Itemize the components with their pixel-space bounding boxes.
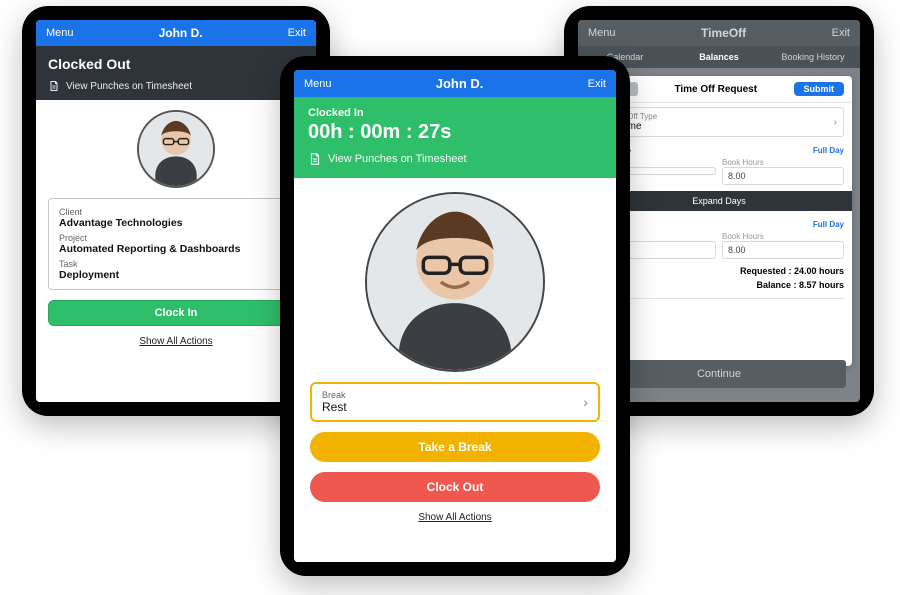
header: Menu John D. Exit xyxy=(36,20,316,46)
header: Menu TimeOff Exit xyxy=(578,20,860,46)
clock-status: Clocked In xyxy=(308,107,602,119)
document-icon xyxy=(308,152,322,166)
time-off-type-field[interactable]: a Time Off Type tion Time › xyxy=(594,107,844,137)
page-title: John D. xyxy=(159,26,203,40)
status-bar: Clocked Out View Punches on Timesheet xyxy=(36,46,316,100)
totals: Requested : 24.00 hours Balance : 8.57 h… xyxy=(594,265,844,292)
client-value: Advantage Technologies xyxy=(59,217,293,229)
body: Client Advantage Technologies Project Au… xyxy=(36,100,316,402)
exit-button[interactable]: Exit xyxy=(588,78,606,90)
clock-status: Clocked Out xyxy=(48,56,304,72)
avatar xyxy=(365,192,545,372)
screen-center: Menu John D. Exit Clocked In 00h : 00m :… xyxy=(294,70,616,562)
break-type-field[interactable]: Break Rest › xyxy=(310,382,600,422)
clock-in-button[interactable]: Clock In xyxy=(48,300,304,326)
task-label: Task xyxy=(59,259,293,269)
tablet-center: Menu John D. Exit Clocked In 00h : 00m :… xyxy=(280,56,630,576)
day-2-header: an 26 › Full Day xyxy=(594,217,844,232)
tab-booking-history[interactable]: Booking History xyxy=(766,46,860,68)
avatar-illustration xyxy=(139,112,213,186)
view-punches-link[interactable]: View Punches on Timesheet xyxy=(308,152,602,166)
chevron-right-icon: › xyxy=(834,117,837,128)
day-1-inputs: Hours Book Hours 8.00 xyxy=(594,158,844,185)
page-title: TimeOff xyxy=(701,26,746,40)
panel-title: Time Off Request xyxy=(674,84,757,95)
header: Menu John D. Exit xyxy=(294,70,616,97)
balance-total: Balance : 8.57 hours xyxy=(594,279,844,293)
project-value: Automated Reporting & Dashboards xyxy=(59,243,293,255)
exit-button[interactable]: Exit xyxy=(288,27,306,39)
view-punches-label: View Punches on Timesheet xyxy=(66,81,192,92)
menu-button[interactable]: Menu xyxy=(588,27,616,39)
job-info-card[interactable]: Client Advantage Technologies Project Au… xyxy=(48,198,304,290)
day-1-header: Jan 24 › Full Day xyxy=(594,143,844,158)
book-hours-label: Book Hours xyxy=(722,232,844,241)
exit-button[interactable]: Exit xyxy=(832,27,850,39)
submit-button[interactable]: Submit xyxy=(794,82,845,96)
project-label: Project xyxy=(59,233,293,243)
elapsed-timer: 00h : 00m : 27s xyxy=(308,121,602,144)
view-punches-label: View Punches on Timesheet xyxy=(328,153,467,165)
book-hours-label: Book Hours xyxy=(722,158,844,167)
menu-button[interactable]: Menu xyxy=(304,78,332,90)
document-icon xyxy=(48,80,60,92)
clock-out-button[interactable]: Clock Out xyxy=(310,472,600,502)
page-title: John D. xyxy=(436,76,484,91)
book-hours-input[interactable]: 8.00 xyxy=(722,241,844,259)
task-value: Deployment xyxy=(59,269,293,281)
continue-button[interactable]: Continue xyxy=(592,360,846,388)
client-label: Client xyxy=(59,207,293,217)
day-2-inputs: Hours 8.00 Book Hours 8.00 xyxy=(594,232,844,259)
avatar-illustration xyxy=(367,194,543,370)
tab-balances[interactable]: Balances xyxy=(672,46,766,68)
requested-total: Requested : 24.00 hours xyxy=(594,265,844,279)
view-punches-link[interactable]: View Punches on Timesheet xyxy=(48,80,304,92)
show-all-actions-link[interactable]: Show All Actions xyxy=(418,512,491,523)
body: Break Rest › Take a Break Clock Out Show… xyxy=(294,178,616,562)
menu-button[interactable]: Menu xyxy=(46,27,74,39)
full-day-toggle[interactable]: Full Day xyxy=(813,146,844,155)
screen-left: Menu John D. Exit Clocked Out View Punch… xyxy=(36,20,316,402)
full-day-toggle[interactable]: Full Day xyxy=(813,220,844,229)
break-value: Rest xyxy=(322,400,347,414)
take-break-button[interactable]: Take a Break xyxy=(310,432,600,462)
chevron-right-icon: › xyxy=(583,394,588,410)
show-all-actions-link[interactable]: Show All Actions xyxy=(48,336,304,347)
avatar xyxy=(137,110,215,188)
status-bar: Clocked In 00h : 00m : 27s View Punches … xyxy=(294,97,616,178)
book-hours-input[interactable]: 8.00 xyxy=(722,167,844,185)
break-label: Break xyxy=(322,390,347,400)
